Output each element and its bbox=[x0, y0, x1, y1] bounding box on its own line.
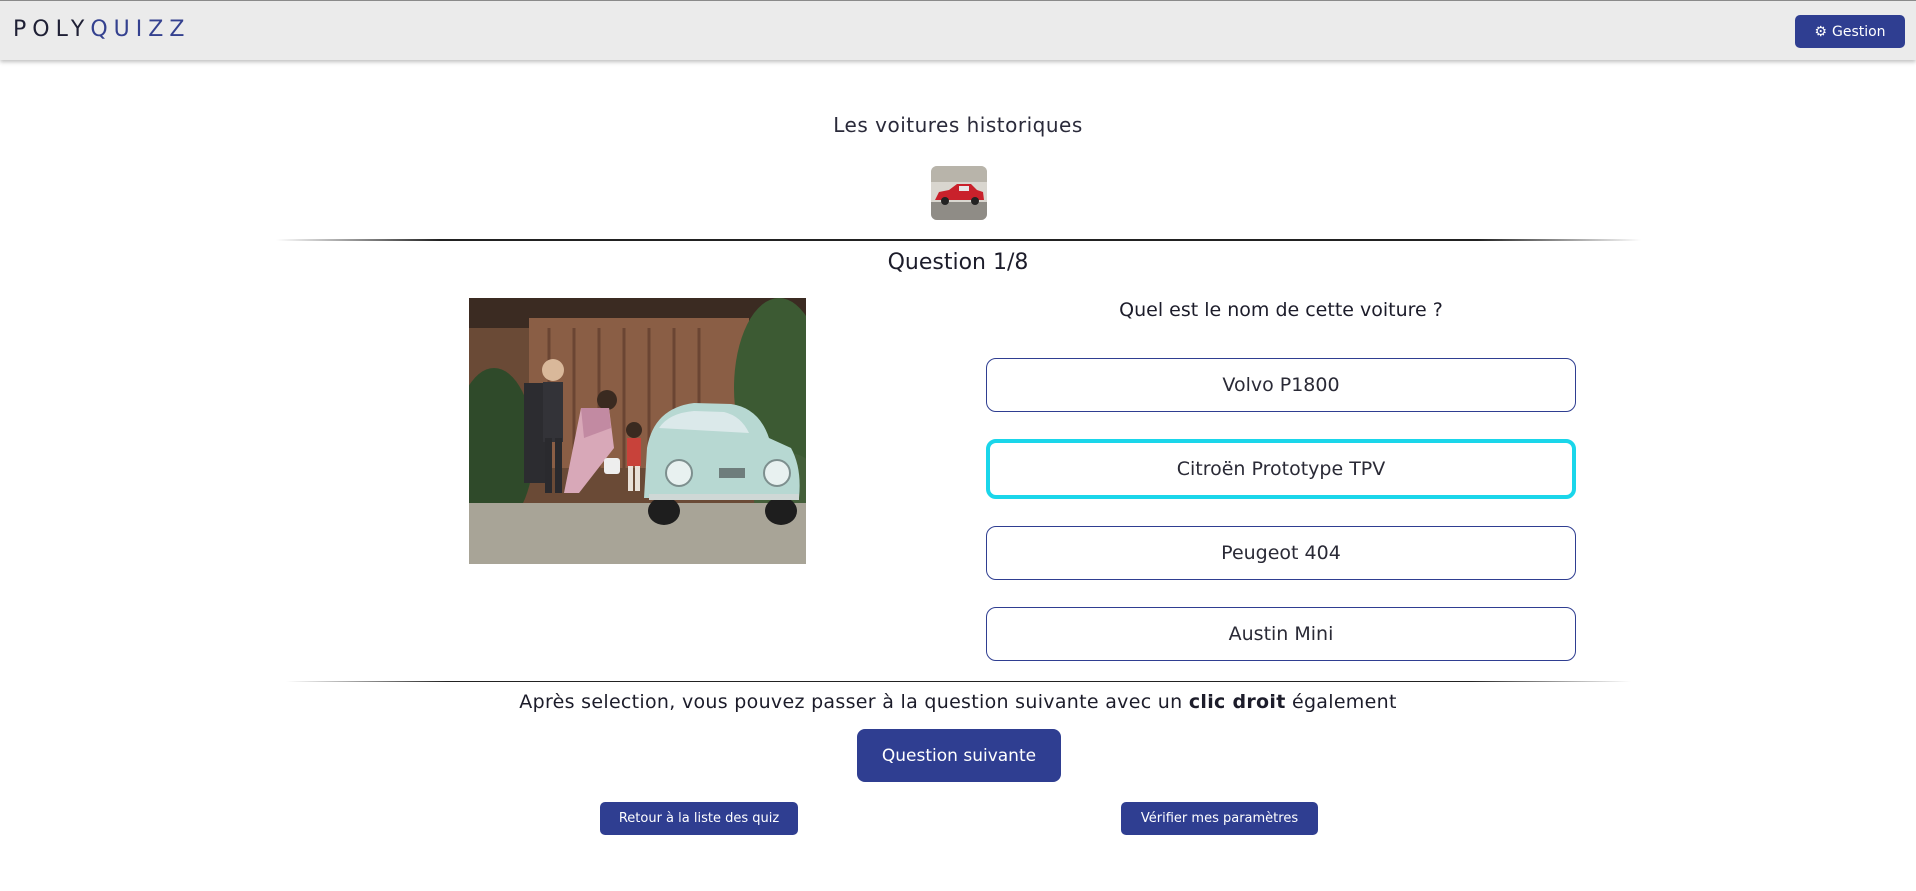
answer-option-1[interactable]: Volvo P1800 bbox=[986, 358, 1576, 412]
question-text: Quel est le nom de cette voiture ? bbox=[1119, 299, 1443, 321]
answer-option-4[interactable]: Austin Mini bbox=[986, 607, 1576, 661]
quiz-thumbnail-image bbox=[931, 166, 987, 220]
answer-label: Peugeot 404 bbox=[1221, 542, 1341, 564]
app-logo[interactable]: POLYQUIZZ bbox=[13, 16, 190, 44]
back-to-quiz-list-button[interactable]: Retour à la liste des quiz bbox=[600, 802, 798, 835]
logo-part-poly: POLY bbox=[13, 17, 91, 42]
navigation-hint: Après selection, vous pouvez passer à la… bbox=[0, 691, 1916, 713]
next-question-button[interactable]: Question suivante bbox=[857, 729, 1061, 782]
answer-label: Volvo P1800 bbox=[1222, 374, 1340, 396]
hint-text-bold: clic droit bbox=[1188, 691, 1286, 713]
top-navbar: POLYQUIZZ ⚙ Gestion bbox=[0, 0, 1916, 60]
gestion-label: Gestion bbox=[1831, 23, 1886, 40]
hint-text-end: également bbox=[1285, 691, 1397, 713]
quiz-title: Les voitures historiques bbox=[833, 113, 1083, 137]
section-divider-top bbox=[276, 239, 1641, 241]
verify-settings-button[interactable]: Vérifier mes paramètres bbox=[1121, 802, 1318, 835]
gestion-button[interactable]: ⚙ Gestion bbox=[1795, 15, 1905, 48]
answer-option-3[interactable]: Peugeot 404 bbox=[986, 526, 1576, 580]
question-image bbox=[469, 298, 806, 564]
answer-option-2-selected[interactable]: Citroën Prototype TPV bbox=[986, 439, 1576, 499]
hint-text-start: Après selection, vous pouvez passer à la… bbox=[519, 691, 1189, 713]
question-counter: Question 1/8 bbox=[887, 250, 1029, 275]
answer-label: Citroën Prototype TPV bbox=[1176, 458, 1386, 480]
section-divider-bottom bbox=[286, 681, 1631, 682]
logo-part-quizz: QUIZZ bbox=[90, 17, 191, 42]
answer-label: Austin Mini bbox=[1228, 623, 1334, 645]
gear-icon: ⚙ bbox=[1814, 23, 1827, 40]
